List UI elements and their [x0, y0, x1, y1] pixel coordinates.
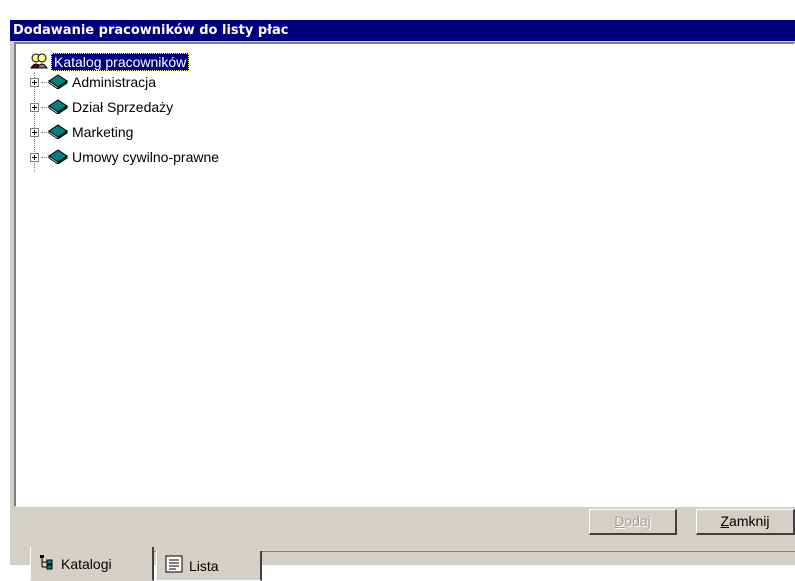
book-icon: [48, 148, 68, 167]
tree-connector: [41, 81, 47, 83]
tree-item-label: Marketing: [72, 124, 134, 140]
tree-item-dzial-sprzedazy[interactable]: Dział Sprzedaży: [30, 97, 173, 117]
tab-katalogi[interactable]: Katalogi: [30, 547, 154, 581]
expand-icon[interactable]: [30, 77, 39, 87]
tree-root[interactable]: Katalog pracowników: [30, 52, 190, 72]
people-icon: [30, 53, 48, 72]
tab-label: Lista: [189, 557, 219, 574]
close-button-accel: Z: [720, 513, 730, 529]
tree-structure-icon: [39, 554, 55, 573]
tree-connector: [41, 106, 47, 108]
tree-item-administracja[interactable]: Administracja: [30, 72, 156, 92]
dialog-window: Dodawanie pracowników do listy płac Kata…: [10, 20, 795, 581]
close-button-label: amknij: [729, 513, 770, 529]
add-button-accel: D: [614, 513, 625, 529]
tree-item-label: Dział Sprzedaży: [72, 99, 174, 115]
tree-item-umowy[interactable]: Umowy cywilno-prawne: [30, 147, 219, 167]
expand-icon[interactable]: [30, 152, 39, 162]
tree-connector: [41, 156, 47, 158]
tree-connector: [41, 131, 47, 133]
tab-label: Katalogi: [61, 555, 112, 572]
title-bar[interactable]: Dodawanie pracowników do listy płac: [10, 20, 795, 41]
add-button-label: odaj: [624, 513, 651, 529]
expand-icon[interactable]: [30, 127, 39, 137]
tab-lista[interactable]: Lista: [156, 551, 262, 581]
tree-item-marketing[interactable]: Marketing: [30, 122, 133, 142]
expand-icon[interactable]: [30, 102, 39, 112]
add-button[interactable]: Dodaj: [589, 509, 677, 535]
tree-item-label: Umowy cywilno-prawne: [72, 149, 220, 165]
book-icon: [48, 123, 68, 142]
book-icon: [48, 73, 68, 92]
bottom-bar: Dodaj Zamknij Katalogi Lista: [10, 507, 795, 581]
book-icon: [48, 98, 68, 117]
list-icon: [165, 555, 183, 576]
close-button[interactable]: Zamknij: [696, 509, 795, 535]
tree-item-label: Administracja: [72, 74, 157, 90]
tree-root-label[interactable]: Katalog pracowników: [51, 53, 190, 71]
employee-tree[interactable]: Katalog pracowników Administracja Dział …: [14, 42, 795, 507]
